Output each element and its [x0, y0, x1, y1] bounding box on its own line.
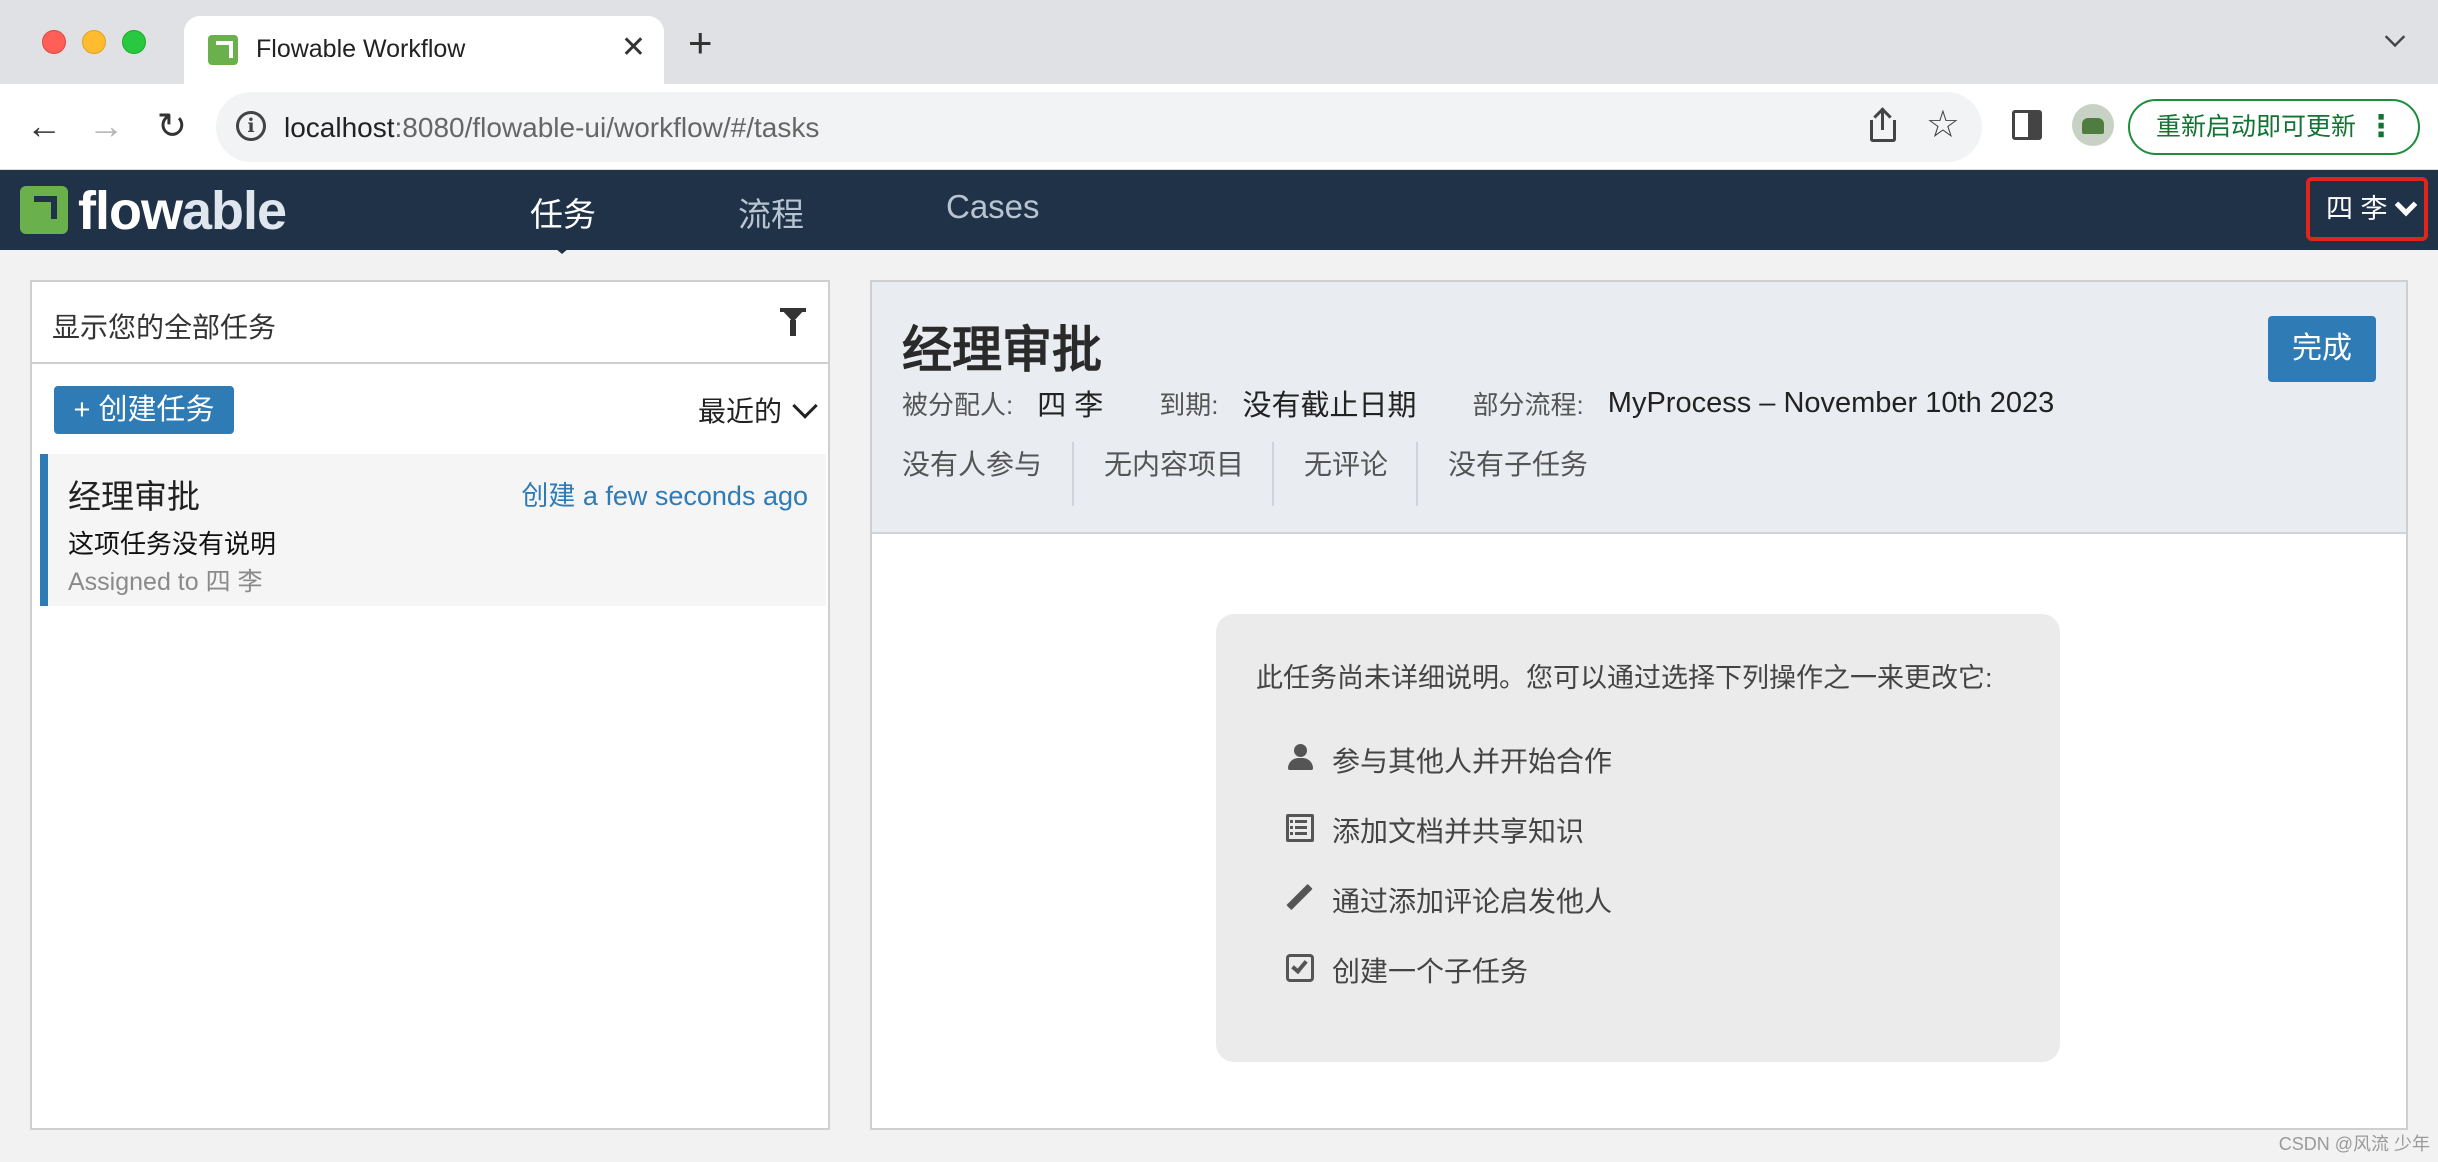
csdn-watermark: CSDN @风流 少年 — [2278, 1134, 2430, 1154]
address-bar[interactable]: i localhost:8080/flowable-ui/workflow/#/… — [216, 92, 1982, 162]
nav-tasks[interactable]: 任务 — [530, 188, 596, 236]
tab-close-icon[interactable]: ✕ — [621, 30, 646, 65]
task-created: 创建 a few seconds ago — [521, 481, 808, 511]
task-detail-panel: 经理审批 完成 被分配人: 四 李 到期: 没有截止日期 部分流程: MyProcess … — [870, 280, 2408, 1130]
back-button[interactable]: ← — [22, 104, 66, 148]
window-close-button[interactable] — [42, 30, 66, 54]
browser-tabstrip: Flowable Workflow ✕ + — [0, 0, 2438, 84]
task-description: 这项任务没有说明 — [68, 529, 277, 559]
empty-task-help-box: 此任务尚未详细说明。您可以通过选择下列操作之一来更改它: 参与其他人并开始合作 … — [1216, 614, 2060, 1062]
document-icon — [1286, 814, 1314, 842]
assignee-value[interactable]: 四 李 — [1037, 382, 1103, 424]
due-label: 到期: — [1159, 389, 1219, 420]
tab-search-chevron-icon[interactable] — [2384, 26, 2406, 48]
help-action-label: 创建一个子任务 — [1332, 956, 1529, 987]
pencil-icon — [1286, 883, 1314, 912]
task-title: 经理审批 — [902, 322, 1102, 378]
forward-button[interactable]: → — [84, 104, 128, 148]
url-text[interactable]: localhost:8080/flowable-ui/workflow/#/ta… — [284, 112, 819, 144]
tab-involved-people[interactable]: 没有人参与 — [902, 442, 1072, 506]
share-icon[interactable] — [1870, 107, 1896, 142]
help-action-label: 添加文档并共享知识 — [1332, 816, 1585, 847]
nav-processes[interactable]: 流程 — [738, 188, 804, 236]
tab-subtasks[interactable]: 没有子任务 — [1416, 442, 1618, 506]
assignee-label: 被分配人: — [902, 389, 1014, 420]
checkbox-icon — [1286, 954, 1314, 982]
process-value[interactable]: MyProcess – November 10th 2023 — [1608, 387, 2055, 420]
help-intro: 此任务尚未详细说明。您可以通过选择下列操作之一来更改它: — [1256, 663, 1993, 693]
help-action-label: 参与其他人并开始合作 — [1332, 746, 1613, 777]
profile-avatar[interactable] — [2072, 104, 2114, 146]
flowable-logo-text: flowable — [78, 181, 287, 241]
reload-button[interactable]: ↻ — [150, 104, 194, 148]
task-name: 经理审批 — [68, 478, 200, 515]
create-task-button[interactable]: + 创建任务 — [54, 386, 234, 434]
flowable-logo-icon — [20, 186, 68, 234]
bookmark-star-icon[interactable]: ☆ — [1926, 102, 1960, 147]
active-nav-caret — [548, 242, 576, 254]
nav-cases[interactable]: Cases — [946, 188, 1040, 226]
filter-icon[interactable] — [780, 308, 806, 336]
user-icon — [1286, 744, 1314, 772]
relaunch-update-button[interactable]: 重新启动即可更新 ⋮ — [2128, 99, 2420, 155]
tab-title: Flowable Workflow — [256, 35, 466, 63]
new-tab-button[interactable]: + — [688, 22, 713, 64]
app-navbar: flowable 任务 流程 Cases 四 李 — [0, 170, 2438, 254]
filter-text: 显示您的全部任务 — [52, 312, 277, 343]
site-info-icon[interactable]: i — [236, 111, 266, 141]
user-menu[interactable]: 四 李 — [2306, 177, 2428, 241]
browser-toolbar: ← → ↻ i localhost:8080/flowable-ui/workf… — [0, 84, 2438, 170]
task-list-item[interactable]: 经理审批 创建 a few seconds ago 这项任务没有说明 Assig… — [40, 454, 826, 606]
tab-comments[interactable]: 无评论 — [1272, 442, 1418, 506]
chevron-down-icon — [792, 393, 818, 419]
task-meta-row: 被分配人: 四 李 到期: 没有截止日期 部分流程: MyProcess – Novemb… — [902, 382, 2110, 424]
url-path: :8080/flowable-ui/workflow/#/tasks — [394, 112, 820, 143]
main-content: 显示您的全部任务 + 创建任务 最近的 经理审批 创建 a few second… — [0, 250, 2438, 1162]
window-zoom-button[interactable] — [122, 30, 146, 54]
relaunch-update-label: 重新启动即可更新 — [2156, 113, 2357, 141]
task-filter-bar[interactable]: 显示您的全部任务 — [32, 282, 828, 364]
flowable-favicon-icon — [208, 35, 238, 65]
user-name: 四 李 — [2326, 194, 2388, 224]
sort-label: 最近的 — [698, 396, 783, 427]
url-host: localhost — [284, 112, 395, 143]
task-detail-header: 经理审批 完成 被分配人: 四 李 到期: 没有截止日期 部分流程: MyProcess … — [872, 282, 2406, 534]
complete-button[interactable]: 完成 — [2268, 316, 2376, 382]
process-label: 部分流程: — [1472, 389, 1584, 420]
due-value[interactable]: 没有截止日期 — [1243, 382, 1417, 424]
browser-menu-icon[interactable]: ⋮ — [2366, 101, 2396, 153]
browser-tab-active[interactable]: Flowable Workflow ✕ — [184, 16, 664, 84]
help-action-label: 通过添加评论启发他人 — [1332, 886, 1613, 917]
task-assignee: Assigned to 四 李 — [68, 568, 263, 596]
side-panel-icon[interactable] — [2012, 110, 2042, 140]
window-minimize-button[interactable] — [82, 30, 106, 54]
tab-content-items[interactable]: 无内容项目 — [1072, 442, 1274, 506]
chevron-down-icon — [2394, 193, 2418, 217]
task-list-panel: 显示您的全部任务 + 创建任务 最近的 经理审批 创建 a few second… — [30, 280, 830, 1130]
sort-select[interactable]: 最近的 — [698, 390, 818, 430]
